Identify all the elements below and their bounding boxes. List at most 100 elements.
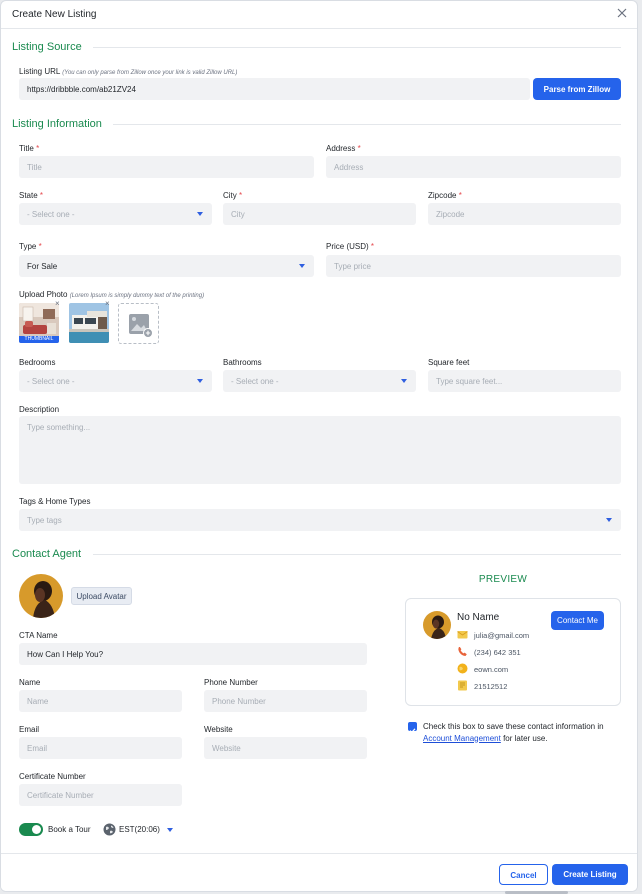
remove-photo-1-icon[interactable]: × <box>55 300 60 308</box>
save-contact-checkbox[interactable] <box>408 722 417 734</box>
square-feet-label: Square feet <box>428 358 470 367</box>
section-divider <box>113 124 621 125</box>
zipcode-input[interactable]: Zipcode <box>428 203 621 225</box>
globe-icon <box>103 823 116 836</box>
chevron-down-icon <box>197 212 203 216</box>
description-textarea[interactable]: Type something... <box>19 416 621 484</box>
phone-icon <box>458 647 467 656</box>
section-divider <box>93 47 621 48</box>
website-input[interactable]: Website <box>204 737 367 759</box>
checkmark-icon <box>409 728 416 734</box>
phone-number-input[interactable]: Phone Number <box>204 690 367 712</box>
close-icon[interactable] <box>615 6 629 20</box>
remove-photo-2-icon[interactable]: × <box>105 300 110 308</box>
required-mark: * <box>239 191 243 200</box>
chevron-down-icon <box>299 264 305 268</box>
create-listing-button[interactable]: Create Listing <box>552 864 628 885</box>
account-management-link[interactable]: Account Management <box>423 734 501 743</box>
photo-thumbnail-1[interactable]: THUMBNAIL <box>19 303 59 343</box>
dialog-footer: Cancel Create Listing <box>1 853 637 891</box>
bedrooms-select[interactable]: - Select one - <box>19 370 212 392</box>
section-listing-information: Listing Information <box>12 118 102 130</box>
required-mark: * <box>370 242 375 251</box>
cancel-button[interactable]: Cancel <box>499 864 548 885</box>
zipcode-label: Zipcode * <box>428 191 462 200</box>
preview-phone: (234) 642 351 <box>474 648 521 657</box>
timezone-select[interactable]: EST(20:06) <box>119 825 160 834</box>
state-select[interactable]: - Select one - <box>19 203 212 225</box>
bathrooms-label: Bathrooms <box>223 358 262 367</box>
price-input[interactable]: Type price <box>326 255 621 277</box>
dialog-title: Create New Listing <box>12 9 97 20</box>
certificate-number-input[interactable]: Certificate Number <box>19 784 182 806</box>
listing-url-input[interactable]: https://dribbble.com/ab21ZV24 <box>19 78 530 100</box>
required-mark: * <box>38 242 42 251</box>
name-label: Name <box>19 678 41 687</box>
price-label: Price (USD) * <box>326 242 374 251</box>
section-divider <box>93 554 621 555</box>
price-label-text: Price (USD) <box>326 242 369 251</box>
type-label-text: Type <box>19 242 37 251</box>
save-contact-text: Check this box to save these contact inf… <box>423 721 623 744</box>
cta-name-input[interactable]: How Can I Help You? <box>19 643 367 665</box>
square-feet-input[interactable]: Type square feet... <box>428 370 621 392</box>
address-label: Address * <box>326 144 361 153</box>
title-label-text: Title <box>19 144 34 153</box>
book-tour-toggle[interactable] <box>19 823 43 836</box>
website-icon <box>457 663 468 674</box>
name-input[interactable]: Name <box>19 690 182 712</box>
preview-heading: PREVIEW <box>478 574 528 585</box>
bathrooms-select-value: - Select one - <box>231 377 279 386</box>
contact-me-button[interactable]: Contact Me <box>551 611 604 630</box>
avatar <box>19 574 63 618</box>
chevron-down-icon <box>606 518 612 522</box>
chevron-down-icon[interactable] <box>167 828 173 832</box>
tags-input[interactable]: Type tags <box>19 509 621 531</box>
city-label-text: City <box>223 191 237 200</box>
chevron-down-icon <box>401 379 407 383</box>
preview-agent-name: No Name <box>457 612 500 623</box>
bathrooms-select[interactable]: - Select one - <box>223 370 416 392</box>
book-tour-label: Book a Tour <box>48 825 91 834</box>
city-label: City * <box>223 191 242 200</box>
photo-thumbnail-2[interactable] <box>69 303 109 343</box>
upload-photo-label-text: Upload Photo <box>19 290 68 299</box>
type-select[interactable]: For Sale <box>19 255 314 277</box>
tags-input-placeholder: Type tags <box>27 516 62 525</box>
type-label: Type * <box>19 242 42 251</box>
email-icon <box>457 631 468 639</box>
city-input[interactable]: City <box>223 203 416 225</box>
email-input[interactable]: Email <box>19 737 182 759</box>
address-input[interactable]: Address <box>326 156 621 178</box>
save-contact-message: Check this box to save these contact inf… <box>423 722 604 731</box>
bedrooms-label: Bedrooms <box>19 358 56 367</box>
thumbnail-badge: THUMBNAIL <box>19 336 59 343</box>
preview-avatar <box>423 611 451 639</box>
preview-certificate: 21512512 <box>474 682 508 691</box>
preview-website: eown.com <box>474 665 509 674</box>
dialog-header: Create New Listing <box>1 1 637 29</box>
parse-from-zillow-button[interactable]: Parse from Zillow <box>533 78 621 100</box>
section-listing-source: Listing Source <box>12 41 82 53</box>
certificate-icon <box>458 680 467 691</box>
state-label-text: State <box>19 191 38 200</box>
state-label: State * <box>19 191 43 200</box>
listing-url-label: Listing URL (You can only parse from Zil… <box>19 67 237 76</box>
save-contact-suffix: for later use. <box>503 733 548 743</box>
add-photo-button[interactable] <box>118 303 159 344</box>
listing-url-label-text: Listing URL <box>19 67 61 76</box>
phone-number-label: Phone Number <box>204 678 258 687</box>
bedrooms-select-value: - Select one - <box>27 377 75 386</box>
house-photo <box>69 303 109 343</box>
upload-photo-label: Upload Photo (Lorem Ipsum is simply dumm… <box>19 290 204 299</box>
certificate-number-label: Certificate Number <box>19 772 86 781</box>
zipcode-label-text: Zipcode <box>428 191 457 200</box>
add-image-icon <box>129 314 153 338</box>
required-mark: * <box>357 144 361 153</box>
address-label-text: Address <box>326 144 356 153</box>
listing-url-hint: (You can only parse from Zillow once you… <box>62 70 238 76</box>
title-input[interactable]: Title <box>19 156 314 178</box>
chevron-down-icon <box>197 379 203 383</box>
preview-card: No Name Contact Me julia@gmail.com (234)… <box>405 598 621 706</box>
upload-avatar-button[interactable]: Upload Avatar <box>71 587 132 605</box>
